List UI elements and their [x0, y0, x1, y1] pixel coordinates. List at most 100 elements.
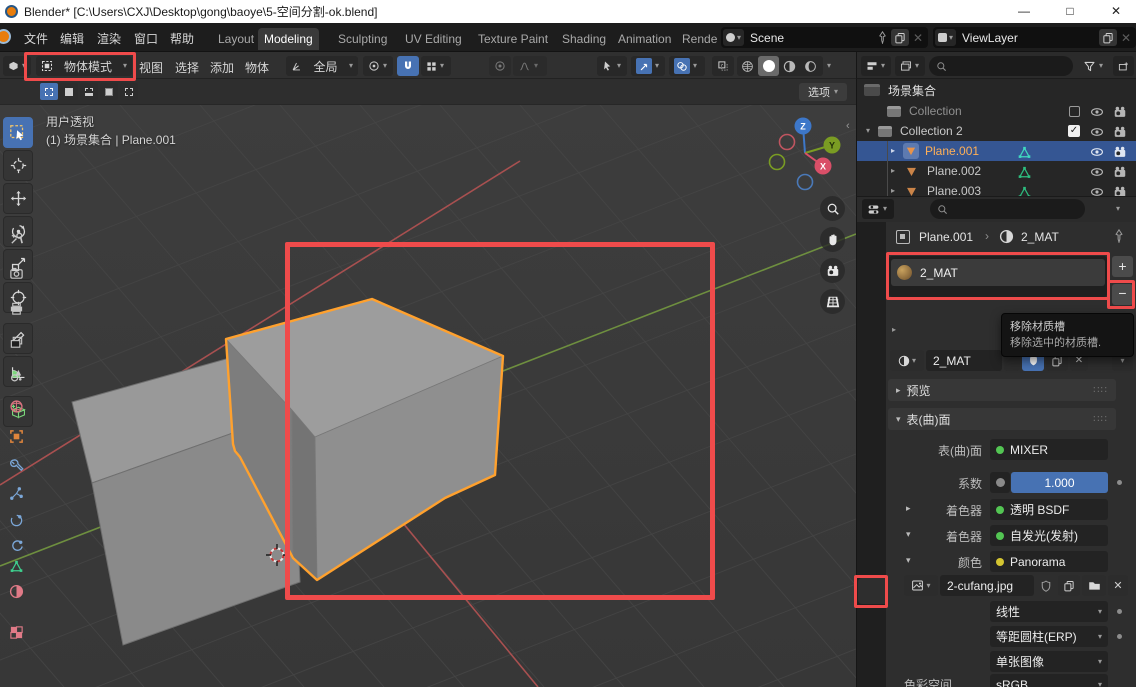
select-mode-subtract-button[interactable] — [80, 83, 98, 100]
shader2-value-field[interactable]: 自发光(发射) — [990, 525, 1108, 546]
tab-texture[interactable] — [6, 622, 26, 642]
tab-particles[interactable] — [6, 483, 26, 503]
menu-file[interactable]: 文件 — [24, 30, 48, 47]
projection-dropdown[interactable]: 等距圆柱(ERP)▾ — [990, 626, 1108, 647]
tab-sculpting[interactable]: Sculpting — [332, 28, 393, 50]
tab-uv-editing[interactable]: UV Editing — [399, 28, 468, 50]
menu-object[interactable]: 物体 — [245, 59, 269, 76]
add-material-slot-button[interactable]: + — [1112, 256, 1133, 277]
proportional-editing-toggle[interactable] — [489, 56, 511, 76]
tool-select-box[interactable] — [3, 117, 33, 148]
tab-object-data[interactable] — [6, 556, 26, 576]
pin-icon[interactable] — [1112, 229, 1126, 243]
menu-add[interactable]: 添加 — [210, 59, 234, 76]
gizmo-minus-y[interactable] — [770, 155, 785, 170]
plane-002-row[interactable]: ▸ Plane.002 — [857, 161, 1136, 181]
editor-type-dropdown[interactable]: ▾ — [3, 56, 31, 76]
tab-tool[interactable] — [6, 228, 26, 248]
browse-image-dropdown[interactable]: ▾ — [904, 575, 938, 596]
scene-browse-dropdown[interactable]: ▾ — [723, 29, 744, 46]
image-name-field[interactable]: 2-cufang.jpg — [940, 575, 1034, 596]
eye-icon[interactable] — [1090, 125, 1104, 139]
viewlayer-copy-button[interactable] — [1099, 29, 1117, 46]
tab-constraints[interactable] — [6, 536, 26, 556]
pivot-point-dropdown[interactable]: ▾ — [363, 56, 393, 76]
viewport-3d[interactable]: Z Y X 用户透视 (1) 场景集合 | Plane.001 ‹ — [0, 105, 856, 687]
preview-panel-header[interactable]: ▸预览 ∷∷ — [888, 379, 1116, 401]
zoom-button[interactable] — [820, 196, 845, 221]
close-button[interactable]: ✕ — [1094, 0, 1136, 23]
viewlayer-name[interactable]: ViewLayer — [962, 31, 1097, 45]
image-unlink-button[interactable]: ✕ — [1108, 575, 1128, 596]
mode-dropdown[interactable]: 物体模式▾ — [36, 56, 132, 76]
shading-dropdown-caret[interactable]: ▾ — [827, 62, 831, 70]
tab-modeling[interactable]: Modeling — [258, 28, 319, 50]
shading-wireframe-button[interactable] — [737, 56, 758, 76]
xray-toggle[interactable] — [712, 56, 734, 76]
viewlayer-selector[interactable]: ▾ ViewLayer ✕ — [933, 27, 1136, 48]
collection-row[interactable]: Collection — [857, 101, 1136, 121]
shading-material-button[interactable] — [779, 56, 800, 76]
menu-edit[interactable]: 编辑 — [60, 30, 84, 47]
tab-render[interactable] — [6, 263, 26, 283]
minimize-button[interactable]: — — [1002, 0, 1046, 23]
decorator-dot[interactable] — [1117, 609, 1122, 614]
viewlayer-browse-dropdown[interactable]: ▾ — [935, 29, 956, 46]
shading-rendered-button[interactable] — [800, 56, 821, 76]
select-mode-new-button[interactable] — [40, 83, 58, 100]
gizmo-minus-x[interactable] — [780, 135, 795, 150]
viewlayer-unlink-button[interactable]: ✕ — [1121, 31, 1131, 45]
properties-filter-caret[interactable]: ▾ — [1116, 205, 1120, 213]
snap-toggle[interactable] — [397, 56, 419, 76]
camera-icon[interactable] — [1113, 145, 1127, 159]
scene-selector[interactable]: ▾ Scene ✕ — [721, 27, 928, 48]
factor-slider[interactable]: 1.000 — [1011, 472, 1108, 493]
material-name-field[interactable]: 2_MAT — [926, 350, 1002, 371]
tab-shading[interactable]: Shading — [556, 28, 612, 50]
slot-specials-arrow[interactable]: ▸ — [892, 326, 896, 334]
tab-animation[interactable]: Animation — [612, 28, 677, 50]
select-mode-intersect-button[interactable] — [120, 83, 138, 100]
ortho-toggle-button[interactable] — [820, 289, 845, 314]
pan-button[interactable] — [820, 227, 845, 252]
scene-name[interactable]: Scene — [750, 31, 876, 45]
show-object-types-dropdown[interactable]: ▾ — [597, 56, 627, 76]
surface-value-field[interactable]: MIXER — [990, 439, 1108, 460]
menu-help[interactable]: 帮助 — [170, 30, 194, 47]
gizmo-minus-z[interactable] — [798, 175, 813, 190]
camera-view-button[interactable] — [820, 258, 845, 283]
scene-unlink-button[interactable]: ✕ — [913, 31, 923, 45]
shader1-value-field[interactable]: 透明 BSDF — [990, 499, 1108, 520]
outliner-search-input[interactable] — [929, 56, 1073, 76]
collection-2-row[interactable]: ▾ Collection 2 ✓ — [857, 121, 1136, 141]
tab-material[interactable] — [6, 581, 26, 601]
decorator-dot[interactable] — [1117, 480, 1122, 485]
scene-collection-row[interactable]: 场景集合 — [857, 80, 1136, 100]
select-mode-invert-button[interactable] — [100, 83, 118, 100]
exclude-checkbox-checked[interactable]: ✓ — [1068, 125, 1080, 137]
tab-modifiers[interactable] — [6, 455, 26, 475]
falloff-dropdown[interactable]: ▾ — [513, 56, 547, 76]
source-dropdown[interactable]: 单张图像▾ — [990, 651, 1108, 672]
decorator-dot[interactable] — [1117, 634, 1122, 639]
sidebar-collapse-arrow[interactable]: ‹ — [846, 120, 850, 132]
camera-icon[interactable] — [1113, 125, 1127, 139]
select-mode-extend-button[interactable] — [60, 83, 78, 100]
image-open-button[interactable] — [1082, 575, 1106, 596]
menu-view[interactable]: 视图 — [139, 59, 163, 76]
drag-handle-icon[interactable]: ∷∷ — [1093, 414, 1108, 425]
menu-window[interactable]: 窗口 — [134, 30, 158, 47]
browse-material-dropdown[interactable]: ▾ — [890, 350, 924, 371]
image-fake-user-button[interactable] — [1036, 575, 1056, 596]
camera-icon[interactable] — [1113, 105, 1127, 119]
tab-object[interactable] — [6, 426, 26, 446]
plane-001-row[interactable]: ▸ Plane.001 — [857, 141, 1136, 161]
tab-physics[interactable] — [6, 510, 26, 530]
image-copy-button[interactable] — [1058, 575, 1080, 596]
color-value-field[interactable]: Panorama — [990, 551, 1108, 572]
colorspace-dropdown[interactable]: sRGB▾ — [990, 674, 1108, 687]
pin-icon[interactable] — [876, 31, 889, 44]
exclude-checkbox-unchecked[interactable] — [1069, 106, 1080, 117]
camera-icon[interactable] — [1113, 165, 1127, 179]
tab-rendering[interactable]: Renderi — [676, 28, 718, 50]
